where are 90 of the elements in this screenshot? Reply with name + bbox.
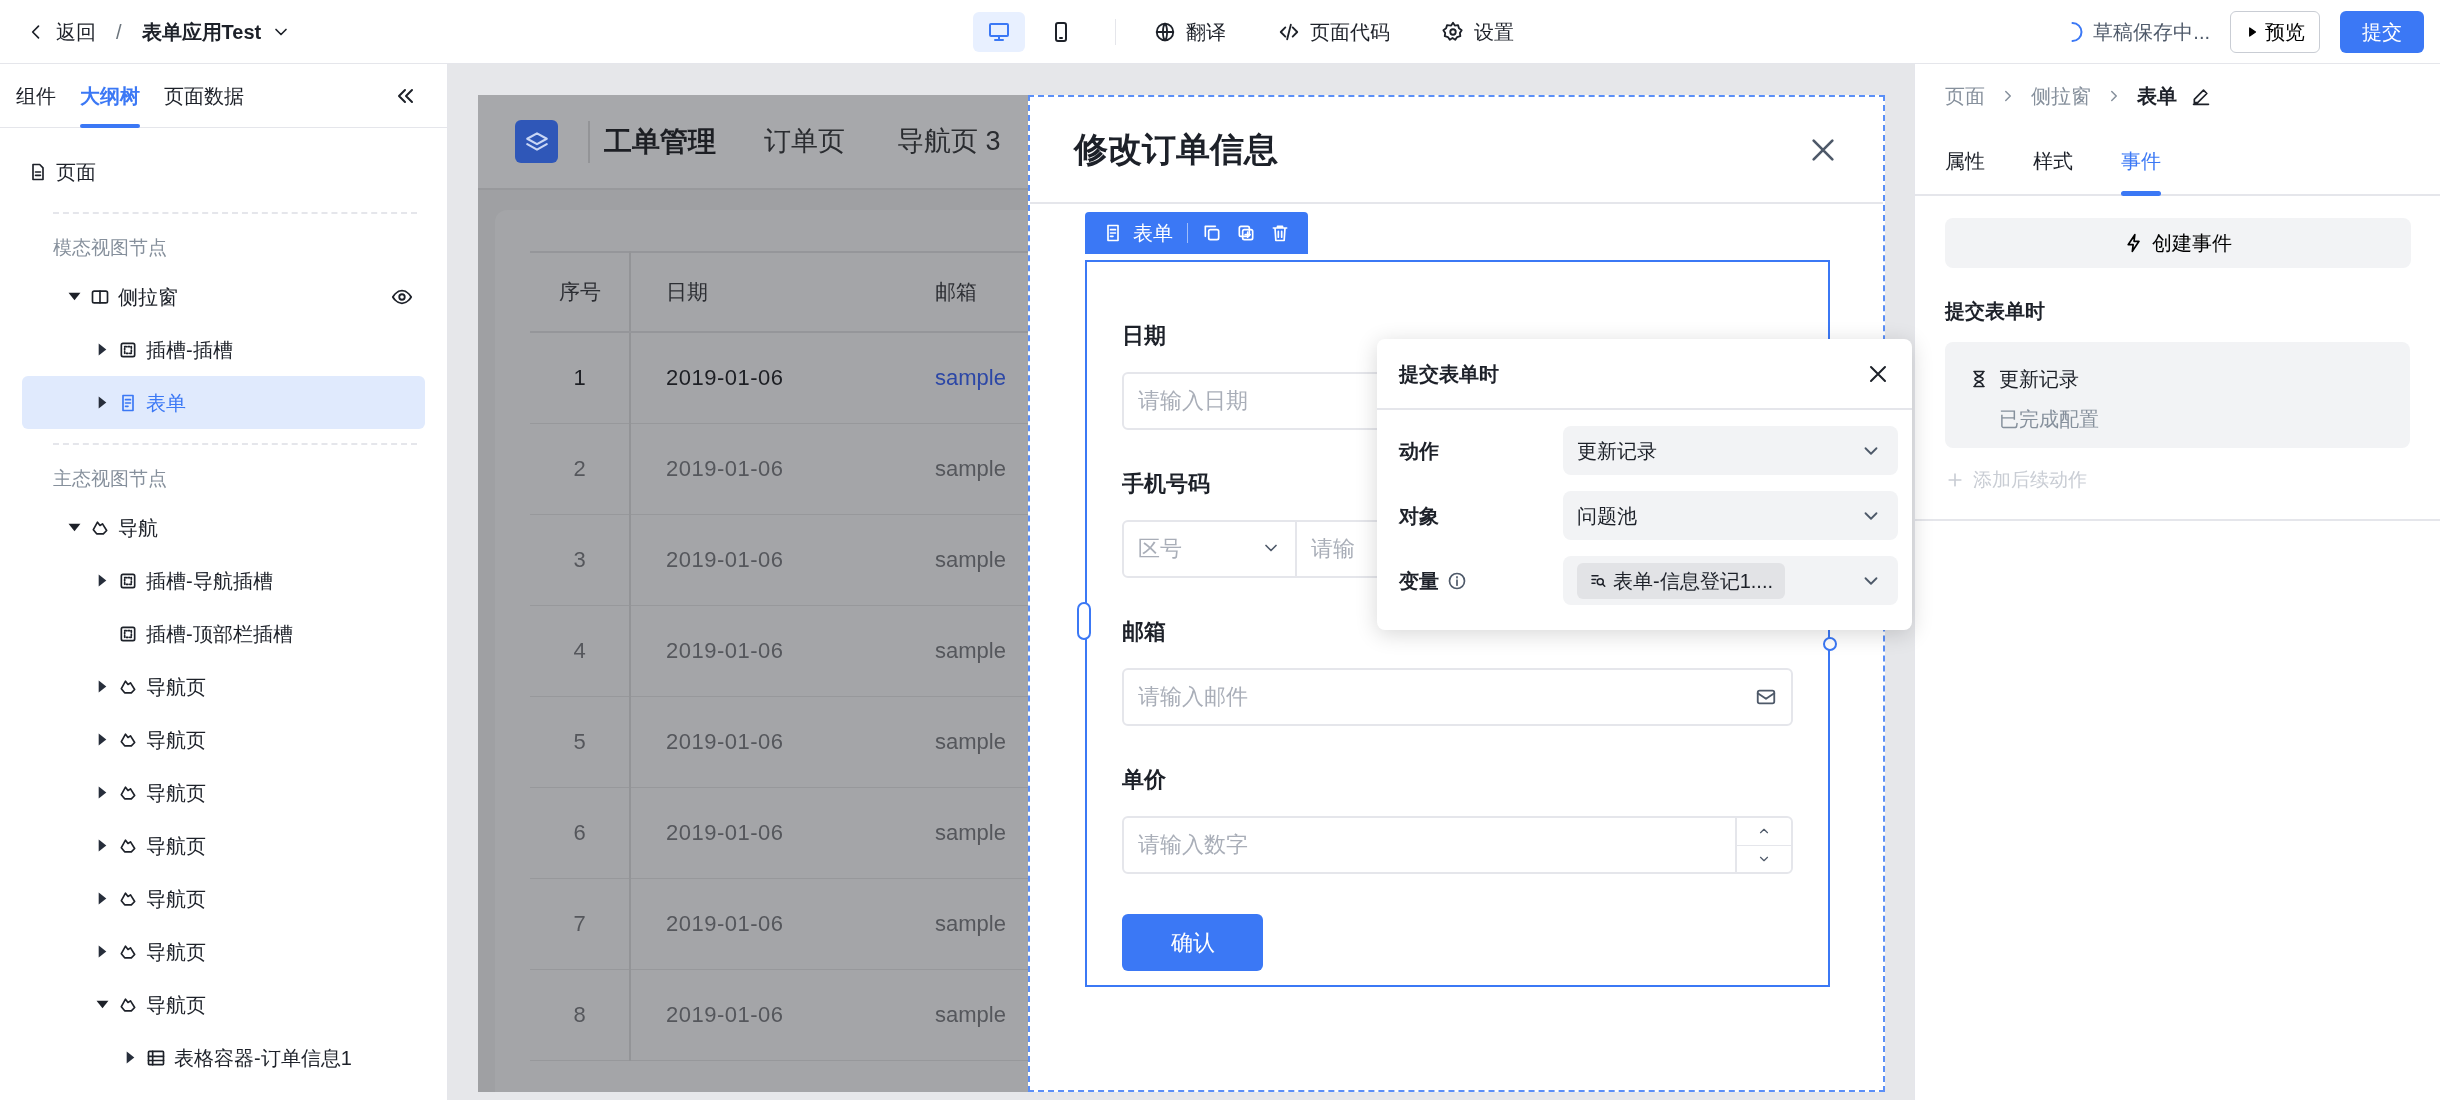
info-icon: [1447, 570, 1467, 591]
table-cell: 2019-01-06: [630, 423, 913, 514]
settings-icon: [1442, 20, 1465, 43]
confirm-button[interactable]: 确认: [1122, 914, 1263, 971]
panel-tab[interactable]: 样式: [2033, 128, 2073, 194]
input-field[interactable]: 请输入邮件: [1122, 668, 1793, 726]
app-nav-link[interactable]: 订单页: [764, 121, 845, 162]
panel-tab[interactable]: 属性: [1945, 128, 1985, 194]
select-field[interactable]: 表单-信息登记1....: [1563, 556, 1898, 605]
table-cell: 2019-01-06: [630, 605, 913, 696]
submit-button[interactable]: 提交: [2340, 10, 2424, 53]
app-nav-link[interactable]: 导航页 3: [897, 121, 1001, 162]
resize-handle[interactable]: [1077, 602, 1091, 640]
loading-spinner-icon: [2071, 21, 2084, 42]
select-field[interactable]: 问题池: [1563, 491, 1898, 540]
variable-tag: 表单-信息登记1....: [1577, 562, 1785, 599]
table-cell: 2019-01-06: [630, 878, 913, 969]
caret-icon[interactable]: [67, 290, 81, 303]
table-cell: 1: [530, 332, 630, 423]
field-label: 手机号码: [1122, 470, 1211, 498]
edit-icon[interactable]: [2191, 86, 2211, 106]
duplicate-icon[interactable]: [1236, 223, 1256, 243]
popover-title: 提交表单时: [1399, 361, 1499, 387]
tree-item[interactable]: 表格容器-订单信息1: [22, 1031, 425, 1084]
tree-item[interactable]: 侧拉窗: [22, 270, 425, 323]
globe-icon: [1154, 20, 1177, 43]
table-cell: 5: [530, 696, 630, 787]
field-label: 对象: [1399, 503, 1439, 529]
table-cell: 3: [530, 514, 630, 605]
action-title: 更新记录: [1999, 367, 2079, 392]
table-cell: 4: [530, 605, 630, 696]
desktop-view-button[interactable]: [973, 11, 1026, 52]
tree-item[interactable]: 插槽-顶部栏插槽: [22, 607, 425, 660]
select-field[interactable]: 更新记录: [1563, 426, 1898, 475]
panel-tab[interactable]: 大纲树: [80, 63, 140, 128]
save-status: 草稿保存中...: [2093, 19, 2210, 45]
tree-item[interactable]: 导航页: [22, 819, 425, 872]
tree-item[interactable]: 插槽-导航插槽: [22, 554, 425, 607]
caret-icon[interactable]: [95, 998, 109, 1011]
event-title: 提交表单时: [1945, 299, 2046, 324]
table-cell: 8: [530, 969, 630, 1060]
tree-item[interactable]: 导航: [22, 501, 425, 554]
settings-button[interactable]: 设置: [1432, 10, 1525, 53]
translate-button[interactable]: 翻译: [1144, 10, 1237, 53]
tree-item[interactable]: 导航页: [22, 713, 425, 766]
field-label: 单价: [1122, 766, 1167, 794]
table-cell: 7: [530, 878, 630, 969]
drawer-title: 修改订单信息: [1074, 129, 1278, 170]
field-label: 变量: [1399, 568, 1439, 594]
action-card[interactable]: 更新记录 已完成配置: [1945, 342, 2410, 448]
preview-button[interactable]: 预览: [2230, 10, 2320, 53]
app-title: 工单管理: [588, 120, 716, 163]
tree-item[interactable]: 导航页: [22, 660, 425, 713]
number-field[interactable]: 请输入数字: [1122, 816, 1793, 874]
field-label: 动作: [1399, 438, 1439, 464]
tree-item[interactable]: 导航页: [22, 872, 425, 925]
back-button[interactable]: 返回: [16, 10, 106, 53]
action-status: 已完成配置: [1999, 407, 2100, 432]
tree-item[interactable]: 导航页: [22, 766, 425, 819]
column-header: 日期: [630, 252, 913, 332]
page-code-button[interactable]: 页面代码: [1268, 10, 1401, 53]
panel-tab[interactable]: 事件: [2121, 128, 2161, 194]
tree-item[interactable]: 导航页: [22, 925, 425, 978]
tree-item[interactable]: 导航页: [22, 978, 425, 1031]
field-label: 日期: [1122, 322, 1167, 350]
form-label: 表单: [1103, 218, 1173, 248]
copy-icon[interactable]: [1202, 223, 1222, 243]
delete-icon[interactable]: [1270, 223, 1290, 243]
tree-item[interactable]: 页面: [22, 145, 425, 198]
table-cell: 2019-01-06: [630, 787, 913, 878]
field-label: 邮箱: [1122, 618, 1167, 646]
table-cell: 6: [530, 787, 630, 878]
section-title: 模态视图节点: [53, 235, 168, 260]
caret-icon[interactable]: [67, 521, 81, 534]
table-cell: 2019-01-06: [630, 696, 913, 787]
create-event-button[interactable]: 创建事件: [1945, 218, 2411, 268]
table-cell: 2019-01-06: [630, 332, 913, 423]
table-cell: 2019-01-06: [630, 514, 913, 605]
tree-item[interactable]: 插槽-插槽: [22, 323, 425, 376]
breadcrumb-item: 表单: [2137, 84, 2177, 109]
table-cell: 2019-01-06: [630, 969, 913, 1060]
panel-tab[interactable]: 组件: [16, 63, 56, 128]
area-code-select[interactable]: 区号: [1122, 520, 1297, 578]
panel-tab[interactable]: 页面数据: [164, 63, 244, 128]
resize-handle[interactable]: [1823, 637, 1837, 651]
table-cell: 2: [530, 423, 630, 514]
breadcrumb-separator: /: [116, 19, 122, 45]
section-title: 主态视图节点: [53, 466, 168, 491]
column-header: 序号: [530, 252, 630, 332]
app-name-dropdown[interactable]: 表单应用Test: [131, 10, 302, 53]
